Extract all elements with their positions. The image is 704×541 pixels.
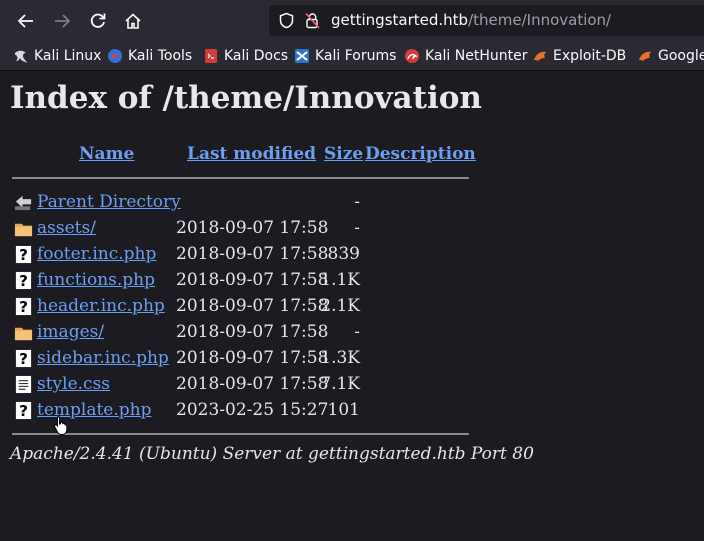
bookmarks-toolbar: Kali Linux Kali Tools Kali Docs Kali For…	[0, 42, 704, 71]
file-size: -	[354, 322, 360, 342]
forward-button[interactable]	[47, 6, 77, 36]
page-content: Index of /theme/Innovation Name Last mod…	[0, 71, 704, 541]
bookmark-label: Kali Tools	[128, 48, 193, 64]
modified-date: 2018-09-07 17:58	[176, 218, 329, 238]
table-row: ? sidebar.inc.php 2018-09-07 17:58 1.3K	[12, 345, 492, 371]
file-link[interactable]: assets/	[37, 215, 96, 241]
file-link[interactable]: header.inc.php	[37, 293, 165, 319]
sort-by-description-link[interactable]: Description	[365, 144, 476, 164]
forward-arrow-icon	[55, 14, 71, 28]
table-row: style.css 2018-09-07 17:58 7.1K	[12, 371, 492, 397]
file-link[interactable]: functions.php	[37, 267, 155, 293]
browser-toolbar: gettingstarted.htb/theme/Innovation/	[0, 0, 704, 42]
unknown-file-icon: ?	[15, 349, 32, 368]
modified-date: 2018-09-07 17:58	[176, 374, 329, 394]
file-link[interactable]: style.css	[37, 371, 110, 397]
bookmark-label: Google	[658, 48, 704, 64]
bookmark-label: Kali Linux	[34, 48, 102, 64]
back-arrow-icon	[17, 14, 33, 28]
home-button[interactable]	[118, 6, 148, 36]
modified-date: 2018-09-07 17:58	[176, 270, 329, 290]
file-size: 839	[327, 244, 360, 264]
bookmark-kali-forums[interactable]: Kali Forums	[294, 42, 396, 70]
folder-icon	[14, 327, 33, 341]
modified-date: 2018-09-07 17:58	[176, 348, 329, 368]
file-link[interactable]: sidebar.inc.php	[37, 345, 169, 371]
bookmark-label: Kali NetHunter	[425, 48, 528, 64]
bookmark-kali-docs[interactable]: Kali Docs	[203, 42, 288, 70]
modified-date: 2018-09-07 17:58	[176, 296, 329, 316]
url-text[interactable]: gettingstarted.htb/theme/Innovation/	[331, 5, 611, 36]
sort-by-name-link[interactable]: Name	[79, 144, 134, 164]
bookmark-label: Kali Forums	[315, 48, 397, 64]
bookmark-kali-nethunter[interactable]: Kali NetHunter	[404, 42, 527, 70]
google-hacking-icon	[639, 51, 651, 61]
file-size: 1.3K	[320, 348, 360, 368]
insecure-lock-icon[interactable]	[304, 12, 321, 29]
server-signature: Apache/2.4.41 (Ubuntu) Server at getting…	[10, 444, 534, 464]
kali-docs-icon	[205, 49, 217, 63]
footer-divider	[12, 433, 469, 435]
back-arrow-icon	[14, 195, 32, 211]
bookmark-label: Kali Docs	[224, 48, 289, 64]
file-link[interactable]: footer.inc.php	[37, 241, 156, 267]
address-bar[interactable]: gettingstarted.htb/theme/Innovation/	[269, 5, 704, 36]
table-row: ? template.php 2023-02-25 15:27 101	[12, 397, 492, 423]
unknown-file-icon: ?	[15, 271, 32, 290]
file-size: 1.1K	[320, 270, 360, 290]
shield-icon[interactable]	[278, 12, 295, 29]
svg-text:?: ?	[19, 402, 28, 420]
svg-text:?: ?	[19, 350, 28, 368]
exploit-db-icon	[534, 51, 546, 61]
url-host: gettingstarted.htb	[331, 11, 469, 29]
kali-forums-icon	[295, 49, 309, 63]
modified-date: 2018-09-07 17:58	[176, 322, 329, 342]
file-size: -	[354, 192, 360, 212]
modified-date: 2018-09-07 17:58	[176, 244, 329, 264]
kali-dragon-icon	[15, 50, 27, 63]
back-button[interactable]	[11, 6, 41, 36]
folder-icon	[14, 223, 33, 237]
bookmark-exploit-db[interactable]: Exploit-DB	[532, 42, 626, 70]
table-row: ? functions.php 2018-09-07 17:58 1.1K	[12, 267, 492, 293]
file-size: 7.1K	[320, 374, 360, 394]
bookmark-kali-tools[interactable]: Kali Tools	[107, 42, 192, 70]
table-row: Parent Directory -	[12, 189, 492, 215]
file-link[interactable]: images/	[37, 319, 104, 345]
sort-by-last-modified-link[interactable]: Last modified	[187, 144, 316, 164]
sort-by-size-link[interactable]: Size	[324, 144, 363, 164]
bookmark-google-hacking[interactable]: Google	[637, 42, 704, 70]
modified-date: 2023-02-25 15:27	[176, 400, 329, 420]
table-row: ? header.inc.php 2018-09-07 17:58 2.1K	[12, 293, 492, 319]
header-divider	[12, 177, 469, 179]
hand-cursor-icon	[54, 416, 68, 435]
unknown-file-icon: ?	[15, 401, 32, 420]
reload-icon	[90, 13, 106, 28]
kali-tools-icon	[108, 49, 122, 63]
page-title: Index of /theme/Innovation	[10, 80, 482, 116]
unknown-file-icon: ?	[15, 245, 32, 264]
url-path: /theme/Innovation/	[468, 11, 612, 29]
parent-directory-link[interactable]: Parent Directory	[37, 189, 181, 215]
home-icon	[125, 13, 141, 29]
svg-text:?: ?	[19, 298, 28, 316]
svg-text:?: ?	[19, 246, 28, 264]
table-row: assets/ 2018-09-07 17:58 -	[12, 215, 492, 241]
file-size: 2.1K	[320, 296, 360, 316]
table-row: ? footer.inc.php 2018-09-07 17:58 839	[12, 241, 492, 267]
svg-text:?: ?	[19, 272, 28, 290]
unknown-file-icon: ?	[15, 297, 32, 316]
bookmark-kali-linux[interactable]: Kali Linux	[13, 42, 101, 70]
reload-button[interactable]	[83, 6, 113, 36]
file-size: -	[354, 218, 360, 238]
text-file-icon	[15, 375, 32, 394]
bookmark-label: Exploit-DB	[553, 48, 627, 64]
file-size: 101	[327, 400, 360, 420]
kali-nethunter-icon	[405, 49, 419, 63]
table-row: images/ 2018-09-07 17:58 -	[12, 319, 492, 345]
